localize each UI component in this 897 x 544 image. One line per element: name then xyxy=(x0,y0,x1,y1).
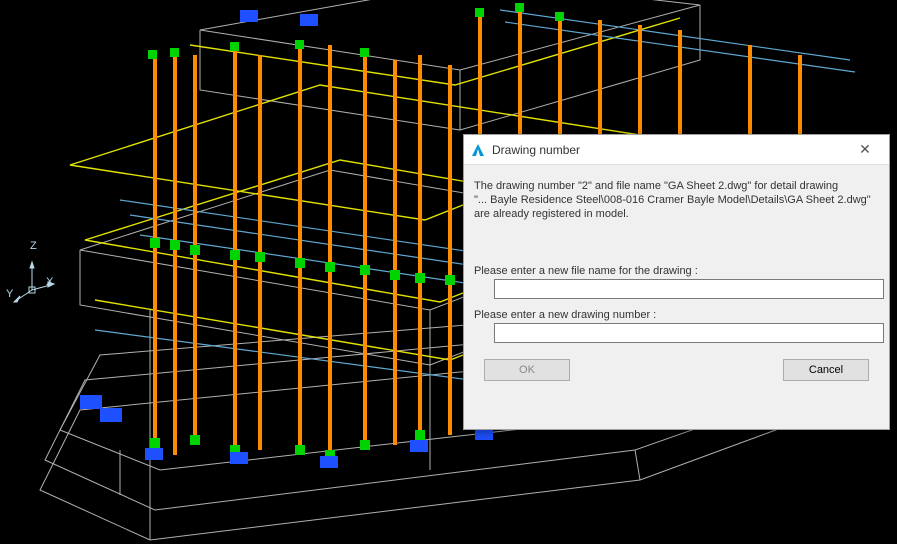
ok-button[interactable]: OK xyxy=(484,359,570,381)
ucs-axis-indicator: Z Y X xyxy=(10,260,60,313)
drawing-number-input[interactable] xyxy=(494,323,884,343)
autodesk-icon xyxy=(470,142,486,158)
drawing-number-dialog: Drawing number ✕ The drawing number "2" … xyxy=(463,134,890,430)
axis-x-label: X xyxy=(46,276,53,288)
dialog-title: Drawing number xyxy=(492,143,847,157)
close-icon[interactable]: ✕ xyxy=(847,139,883,161)
dialog-titlebar[interactable]: Drawing number ✕ xyxy=(464,135,889,165)
dialog-message: The drawing number "2" and file name "GA… xyxy=(474,179,879,221)
drawing-number-label: Please enter a new drawing number : xyxy=(474,309,879,321)
axis-z-label: Z xyxy=(30,240,37,252)
axis-y-label: Y xyxy=(6,288,13,300)
cancel-button[interactable]: Cancel xyxy=(783,359,869,381)
filename-input[interactable] xyxy=(494,279,884,299)
filename-label: Please enter a new file name for the dra… xyxy=(474,265,879,277)
